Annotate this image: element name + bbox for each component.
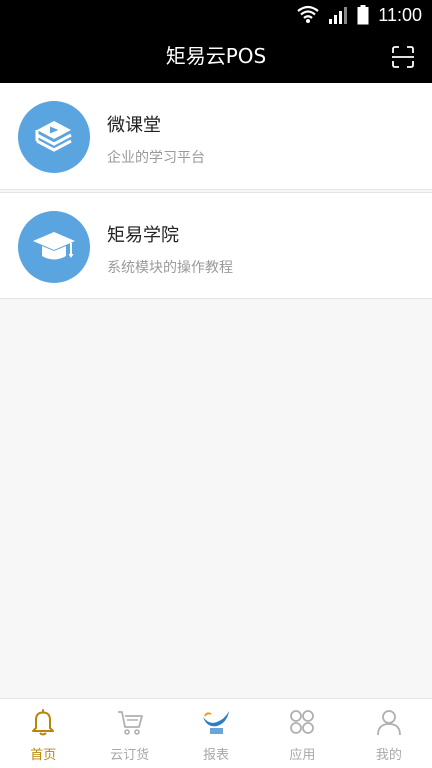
list-item-juyi-academy[interactable]: 矩易学院 系统模块的操作教程 [0,192,432,299]
list-item-weiketang[interactable]: 微课堂 企业的学习平台 [0,83,432,190]
play-book-icon [18,101,90,173]
battery-icon [357,5,369,25]
status-bar: 11:00 [0,0,432,30]
tab-profile[interactable]: 我的 [346,699,432,768]
tab-label: 报表 [203,748,230,763]
juyi-logo-icon [203,711,230,734]
list-item-subtitle: 企业的学习平台 [107,150,205,166]
tab-label: 云订货 [110,748,150,763]
header: 矩易云POS [0,30,432,83]
course-list: 微课堂 企业的学习平台 矩易学院 系统模块的操作教程 [0,83,432,299]
wifi-icon [297,5,319,23]
list-item-title: 微课堂 [107,115,161,136]
page-title: 矩易云POS [165,44,267,68]
bell-icon [32,709,55,736]
status-time: 11:00 [378,4,422,25]
tab-reports[interactable]: 报表 [173,699,259,768]
graduation-cap-icon [18,211,90,283]
person-icon [376,710,401,736]
scan-icon[interactable] [392,46,414,68]
list-item-subtitle: 系统模块的操作教程 [107,260,233,276]
tab-label: 我的 [375,748,402,763]
cart-icon [117,711,143,735]
list-item-title: 矩易学院 [107,225,179,246]
tab-cloud-ordering[interactable]: 云订货 [86,699,172,768]
apps-icon [290,710,315,734]
signal-icon [329,7,348,24]
tab-label: 首页 [30,748,57,763]
bottom-tab-bar: 首页 云订货 报表 应用 我的 [0,698,432,768]
tab-home[interactable]: 首页 [0,699,86,768]
tab-apps[interactable]: 应用 [259,699,345,768]
tab-label: 应用 [289,748,316,763]
